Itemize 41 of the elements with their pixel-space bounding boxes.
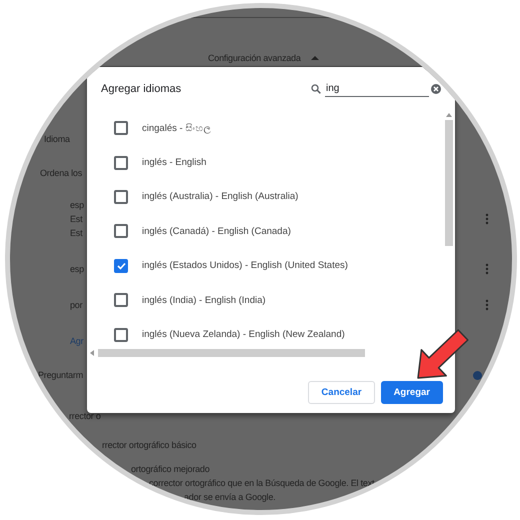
check-icon — [116, 262, 126, 270]
option-title: ortográfico mejorado — [131, 464, 210, 474]
search-field[interactable]: ing — [325, 81, 429, 97]
cancel-button[interactable]: Cancelar — [308, 381, 375, 404]
checkbox[interactable] — [114, 224, 128, 238]
caret-icon — [310, 56, 319, 60]
language-note: Est — [70, 227, 84, 240]
setting-label: Ordena los — [39, 167, 84, 180]
language-option[interactable]: inglés - English — [142, 157, 206, 168]
language-name: por — [70, 299, 82, 312]
option-title: rrector ortográfico básico — [102, 440, 196, 450]
language-option[interactable]: inglés (Australia) - English (Australia) — [142, 191, 298, 202]
language-option[interactable]: inglés (Canadá) - English (Canada) — [142, 226, 291, 237]
language-note: Est — [70, 213, 84, 226]
language-option[interactable]: inglés (India) - English (India) — [142, 294, 266, 306]
language-name: esp — [70, 263, 84, 276]
setting-heading: Idioma — [43, 133, 71, 146]
add-button[interactable]: Agregar — [380, 381, 443, 404]
checkbox[interactable] — [114, 328, 128, 342]
language-name: esp — [70, 199, 84, 212]
checkbox[interactable] — [114, 190, 128, 204]
scrollbar-thumb[interactable] — [98, 349, 365, 357]
more-icon[interactable] — [485, 213, 489, 225]
language-option[interactable]: inglés (Nueva Zelanda) - English (New Zealand) — [142, 329, 345, 340]
scrollbar-thumb[interactable] — [445, 120, 453, 246]
clear-icon[interactable] — [431, 84, 441, 94]
checkbox[interactable] — [114, 258, 128, 273]
checkbox[interactable] — [114, 293, 128, 308]
toggle-knob[interactable] — [473, 370, 482, 380]
checkbox[interactable] — [114, 156, 128, 170]
dialog-title: Agregar idiomas — [101, 83, 182, 95]
more-icon[interactable] — [485, 299, 489, 311]
scroll-left-icon[interactable] — [90, 350, 94, 356]
setting-label: rrector o — [69, 411, 101, 421]
language-option[interactable]: inglés (Estados Unidos) - English (United States) — [142, 260, 348, 272]
language-option[interactable]: cingalés - සිංහල — [142, 122, 212, 134]
checkbox[interactable] — [114, 121, 128, 136]
scroll-up-icon[interactable] — [446, 113, 452, 117]
search-icon — [311, 84, 321, 94]
more-icon[interactable] — [485, 263, 489, 275]
setting-label: Preguntarm — [38, 369, 84, 382]
